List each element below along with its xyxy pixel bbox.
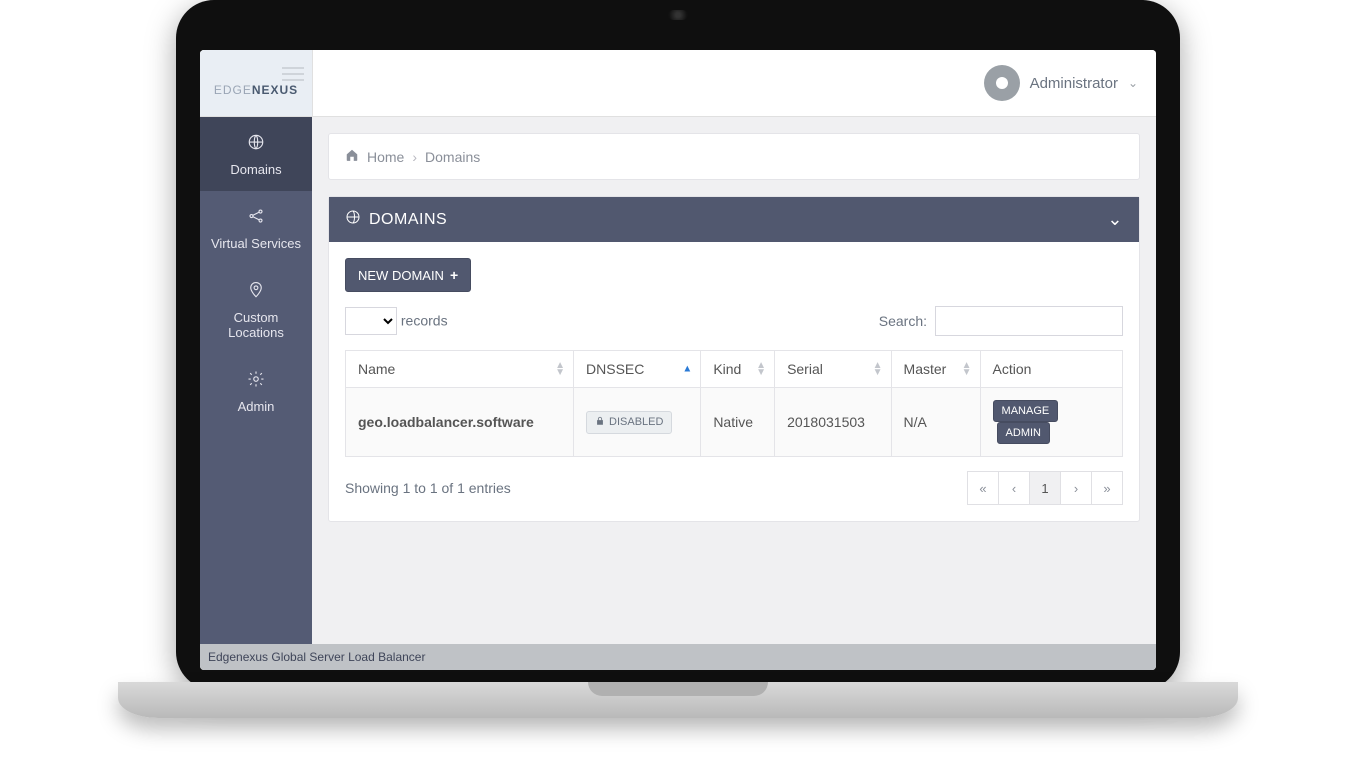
globe-icon xyxy=(204,133,308,156)
cell-serial: 2018031503 xyxy=(775,388,891,457)
menu-toggle-icon[interactable] xyxy=(282,67,304,81)
user-menu[interactable]: Administrator ⌄ xyxy=(984,65,1138,101)
col-dnssec[interactable]: DNSSEC ▲ xyxy=(574,351,701,388)
domains-table: Name ▲▼ DNSSEC ▲ xyxy=(345,350,1123,457)
home-icon xyxy=(345,148,359,165)
panel-title: DOMAINS xyxy=(369,211,447,229)
page-current[interactable]: 1 xyxy=(1030,471,1061,505)
table-header-row: Name ▲▼ DNSSEC ▲ xyxy=(346,351,1123,388)
page-length-select[interactable] xyxy=(345,307,397,335)
cell-master: N/A xyxy=(891,388,980,457)
laptop-camera xyxy=(668,10,688,20)
content-area: Home › Domains DOMAINS xyxy=(312,117,1156,644)
brand-logo: EDGENEXUS xyxy=(208,83,304,99)
breadcrumb-home[interactable]: Home xyxy=(367,149,404,165)
sidebar-item-label: Admin xyxy=(238,399,275,414)
sidebar-item-label: Custom Locations xyxy=(228,310,284,340)
search-label: Search: xyxy=(879,313,927,329)
page-last[interactable]: » xyxy=(1092,471,1123,505)
panel-header: DOMAINS ⌄ xyxy=(329,197,1139,242)
sidebar-item-domains[interactable]: Domains xyxy=(200,117,312,191)
sidebar: Domains Virtual Services C xyxy=(200,117,312,644)
new-domain-button[interactable]: NEW DOMAIN + xyxy=(345,258,471,292)
cell-dnssec: DISABLED xyxy=(574,388,701,457)
panel-body: NEW DOMAIN + records Search: xyxy=(329,242,1139,521)
pagination: « ‹ 1 › » xyxy=(967,471,1123,505)
search-group: Search: xyxy=(879,306,1123,336)
col-action: Action xyxy=(980,351,1122,388)
table-footer: Showing 1 to 1 of 1 entries « ‹ 1 › » xyxy=(345,471,1123,505)
sidebar-item-custom-locations[interactable]: Custom Locations xyxy=(200,265,312,354)
sidebar-item-label: Virtual Services xyxy=(211,236,301,251)
collapse-icon[interactable]: ⌄ xyxy=(1107,209,1123,230)
breadcrumb-separator: › xyxy=(412,149,417,165)
col-serial[interactable]: Serial ▲▼ xyxy=(775,351,891,388)
plus-icon: + xyxy=(450,267,458,283)
app-root: EDGENEXUS Administrator ⌄ xyxy=(200,50,1156,670)
col-master[interactable]: Master ▲▼ xyxy=(891,351,980,388)
sidebar-item-virtual-services[interactable]: Virtual Services xyxy=(200,191,312,265)
table-row: geo.loadbalancer.software DISABLED xyxy=(346,388,1123,457)
avatar-icon xyxy=(984,65,1020,101)
dnssec-badge[interactable]: DISABLED xyxy=(586,411,672,434)
chevron-down-icon: ⌄ xyxy=(1128,76,1138,90)
laptop-base xyxy=(118,682,1238,718)
page-next[interactable]: › xyxy=(1061,471,1092,505)
share-icon xyxy=(204,207,308,230)
sidebar-item-admin[interactable]: Admin xyxy=(200,354,312,428)
table-info: Showing 1 to 1 of 1 entries xyxy=(345,480,511,496)
gear-icon xyxy=(204,370,308,393)
user-name: Administrator xyxy=(1030,75,1118,92)
table-controls: records Search: xyxy=(345,306,1123,336)
stage: EDGENEXUS Administrator ⌄ xyxy=(0,0,1366,768)
sidebar-item-label: Domains xyxy=(230,162,281,177)
laptop-screen: EDGENEXUS Administrator ⌄ xyxy=(200,50,1156,670)
brand-part2: NEXUS xyxy=(252,83,298,97)
cell-action: MANAGE ADMIN xyxy=(980,388,1122,457)
manage-button[interactable]: MANAGE xyxy=(993,400,1059,422)
breadcrumb-current: Domains xyxy=(425,149,480,165)
page-first[interactable]: « xyxy=(967,471,999,505)
length-control: records xyxy=(345,307,448,335)
admin-button[interactable]: ADMIN xyxy=(997,422,1050,444)
laptop-notch xyxy=(588,682,768,696)
app-footer: Edgenexus Global Server Load Balancer xyxy=(200,644,1156,670)
records-label: records xyxy=(401,313,448,329)
page-prev[interactable]: ‹ xyxy=(999,471,1030,505)
topbar: EDGENEXUS Administrator ⌄ xyxy=(200,50,1156,117)
breadcrumb: Home › Domains xyxy=(328,133,1140,180)
globe-icon xyxy=(345,209,361,230)
lock-icon xyxy=(595,416,605,429)
cell-name: geo.loadbalancer.software xyxy=(346,388,574,457)
domains-panel: DOMAINS ⌄ NEW DOMAIN + xyxy=(328,196,1140,522)
laptop-frame: EDGENEXUS Administrator ⌄ xyxy=(176,0,1180,690)
col-name[interactable]: Name ▲▼ xyxy=(346,351,574,388)
map-pin-icon xyxy=(204,281,308,304)
body-row: Domains Virtual Services C xyxy=(200,117,1156,644)
logo-area: EDGENEXUS xyxy=(200,50,313,116)
brand-part1: EDGE xyxy=(214,83,252,97)
search-input[interactable] xyxy=(935,306,1123,336)
new-domain-label: NEW DOMAIN xyxy=(358,268,444,283)
col-kind[interactable]: Kind ▲▼ xyxy=(701,351,775,388)
cell-kind: Native xyxy=(701,388,775,457)
